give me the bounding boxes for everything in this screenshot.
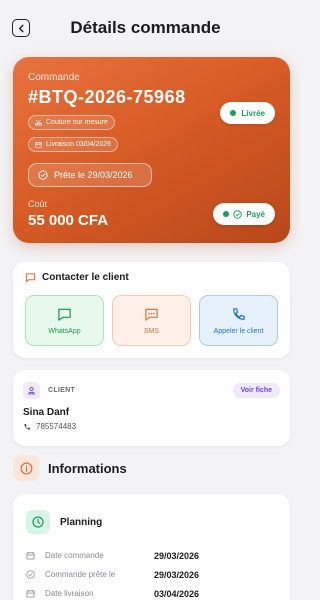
back-button[interactable] <box>12 19 30 37</box>
planning-rows: Date commande 29/03/2026 Commande prête … <box>26 546 277 600</box>
whatsapp-label: WhatsApp <box>48 327 81 335</box>
contact-actions: WhatsApp SMS Appeler le client <box>25 295 278 346</box>
client-phone: 785574483 <box>36 422 77 431</box>
planning-row-value: 29/03/2026 <box>154 550 200 561</box>
client-phone-row: 785574483 <box>23 422 280 431</box>
contact-client-card: Contacter le client WhatsApp SMS Appeler… <box>13 262 290 358</box>
planning-row-value: 29/03/2026 <box>154 569 200 580</box>
information-title: Informations <box>48 460 127 476</box>
client-tag: CLIENT <box>23 382 75 399</box>
whatsapp-button[interactable]: WhatsApp <box>25 295 104 346</box>
planning-row: Commande prête le 29/03/2026 <box>26 565 277 584</box>
page-title: Détails commande <box>70 18 221 37</box>
ready-date-text: Prête le 29/03/2026 <box>54 170 133 180</box>
calendar-icon <box>26 551 40 560</box>
calendar-icon <box>35 141 42 148</box>
contact-title: Contacter le client <box>42 272 129 283</box>
sms-button[interactable]: SMS <box>112 295 191 346</box>
planning-row: Date commande 29/03/2026 <box>26 546 277 565</box>
call-client-label: Appeler le client <box>213 327 264 335</box>
client-name: Sina Danf <box>23 407 70 418</box>
planning-row-label: Commande prête le <box>45 570 116 579</box>
chevron-left-icon <box>18 24 24 32</box>
phone-icon <box>233 307 245 320</box>
check-circle-icon <box>26 570 40 579</box>
clock-icon <box>26 510 50 534</box>
delivery-date-chip: Livraison 03/04/2026 <box>28 137 118 152</box>
order-summary-card: Commande #BTQ-2026-75968 Livrée Couture … <box>13 57 290 243</box>
chat-icon <box>58 308 71 321</box>
planning-row-label: Date commande <box>45 551 104 560</box>
order-status-text: Livrée <box>241 108 265 118</box>
client-card: CLIENT Voir fiche Sina Danf 785574483 <box>13 370 290 446</box>
sms-label: SMS <box>143 327 160 335</box>
planning-card: Planning Date commande 29/03/2026 Comman… <box>13 494 290 600</box>
planning-row-value: 03/04/2026 <box>154 588 200 599</box>
planning-row: Date livraison 03/04/2026 <box>26 584 277 600</box>
check-circle-icon <box>233 209 243 219</box>
client-tag-label: CLIENT <box>48 387 76 394</box>
ready-date-chip: Prête le 29/03/2026 <box>28 163 152 187</box>
status-dot-icon <box>230 110 237 116</box>
order-type-text: Couture sur mesure <box>46 119 108 126</box>
phone-icon <box>24 423 30 430</box>
sms-icon <box>145 308 158 321</box>
order-type-chip: Couture sur mesure <box>28 115 115 130</box>
client-header: CLIENT Voir fiche <box>23 382 280 399</box>
call-client-button[interactable]: Appeler le client <box>199 295 278 346</box>
delivery-date-text: Livraison 03/04/2026 <box>46 141 111 148</box>
check-circle-icon <box>38 170 48 180</box>
top-bar: Détails commande <box>0 0 291 56</box>
planning-title: Planning <box>60 516 103 528</box>
order-status-badge: Livrée <box>220 102 275 124</box>
info-icon <box>13 455 39 481</box>
status-dot-icon <box>223 211 230 217</box>
user-icon <box>23 382 40 399</box>
cost-label: Coût <box>28 199 48 209</box>
view-client-button[interactable]: Voir fiche <box>232 383 280 398</box>
message-icon <box>25 273 36 283</box>
order-label: Commande <box>28 72 80 83</box>
planning-header: Planning <box>26 510 277 534</box>
payment-status-badge: Payé <box>213 203 275 225</box>
scissors-icon <box>35 119 42 126</box>
planning-row-label: Date livraison <box>45 589 94 598</box>
contact-header: Contacter le client <box>25 272 278 283</box>
cost-value: 55 000 CFA <box>28 212 109 229</box>
calendar-icon <box>26 589 40 598</box>
payment-status-text: Payé <box>246 209 265 219</box>
information-section-header: Informations <box>13 455 127 481</box>
